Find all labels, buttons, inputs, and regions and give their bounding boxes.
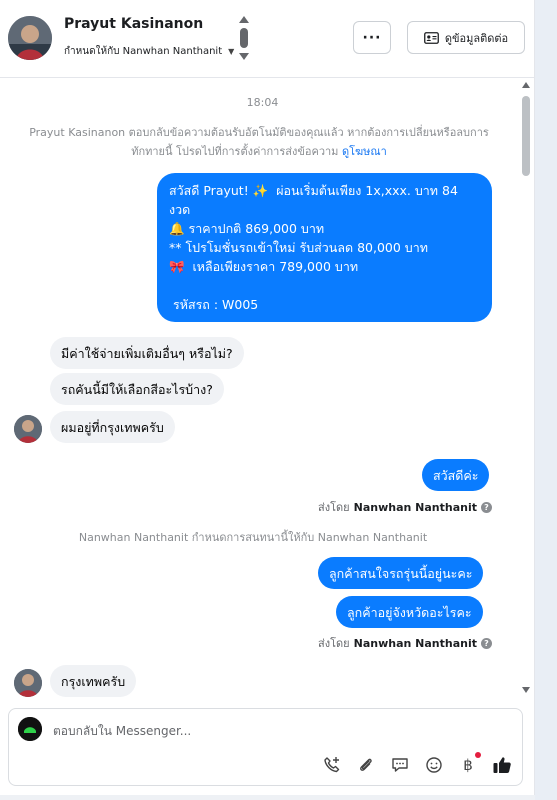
system-message: Prayut Kasinanon ตอบกลับข้อความต้อนรับอั… [14, 123, 504, 161]
assignee-dropdown[interactable]: กำหนดให้กับ Nanwhan Nanthanit ▼ [64, 44, 234, 59]
reply-composer: ฿ [8, 708, 523, 786]
system-message-text: Prayut Kasinanon ตอบกลับข้อความต้อนรับอั… [29, 126, 489, 158]
payment-icon[interactable]: ฿ [458, 752, 481, 775]
contact-card-icon [423, 31, 439, 44]
more-options-button[interactable]: ··· [353, 21, 391, 54]
scrollbar[interactable] [519, 79, 533, 700]
promo-message-bubble: สวัสดี Prayut! ✨ ผ่อนเริ่มต้นเพียง 1x,xx… [157, 173, 492, 322]
view-contact-button[interactable]: ดูข้อมูลติดต่อ [407, 21, 525, 54]
assignment-note: Nanwhan Nanthanit กำหนดการสนทนานี้ให้กับ… [78, 531, 428, 544]
view-ad-link[interactable]: ดูโฆษณา [342, 145, 387, 158]
help-icon[interactable]: ? [481, 637, 492, 649]
sent-by-prefix: ส่งโดย [318, 637, 350, 650]
sent-by-name: Nanwhan Nanthanit [353, 636, 477, 650]
baht-icon: ฿ [463, 756, 473, 774]
agent-message: ลูกค้าสนใจรถรุ่นนี้อยู่นะคะ [318, 557, 484, 589]
contact-name: Prayut Kasinanon [64, 16, 204, 32]
chevron-down-icon [239, 53, 249, 60]
timestamp: 18:04 [246, 96, 279, 109]
scroll-up-icon [522, 82, 530, 88]
assignee-label: กำหนดให้กับ Nanwhan Nanthanit [64, 46, 223, 57]
scroll-down-icon [522, 687, 530, 693]
sent-by-name: Nanwhan Nanthanit [353, 500, 477, 514]
view-contact-label: ดูข้อมูลติดต่อ [444, 31, 509, 45]
conversation-header: Prayut Kasinanon กำหนดให้กับ Nanwhan Nan… [0, 0, 535, 78]
help-icon[interactable]: ? [481, 501, 492, 513]
emoji-icon[interactable] [424, 755, 444, 775]
conversation-navigator[interactable] [238, 14, 250, 62]
call-icon[interactable] [322, 755, 342, 775]
chevron-up-icon [239, 16, 249, 23]
conversation-panel: Prayut Kasinanon กำหนดให้กับ Nanwhan Nan… [0, 0, 535, 795]
customer-message: มีค่าใช้จ่ายเพิ่มเติมอื่นๆ หรือไม่? [50, 337, 244, 369]
customer-message: กรุงเทพครับ [50, 665, 137, 697]
saved-reply-icon[interactable] [390, 755, 410, 775]
caret-down-icon: ▼ [228, 47, 235, 56]
notification-dot [475, 752, 481, 758]
thumbs-up-icon[interactable] [492, 755, 512, 775]
reply-input[interactable] [53, 721, 473, 741]
attachment-icon[interactable] [356, 755, 376, 775]
sent-by-label: ส่งโดย Nanwhan Nanthanit ? [318, 498, 492, 516]
message-thread[interactable]: 18:04 Prayut Kasinanon ตอบกลับข้อความต้อ… [0, 79, 535, 700]
page-logo [18, 717, 42, 741]
composer-toolbar: ฿ [322, 752, 512, 775]
sent-by-prefix: ส่งโดย [318, 501, 350, 514]
avatar [14, 415, 42, 443]
scroll-thumb [522, 96, 530, 176]
customer-message: ผมอยู่ที่กรุงเทพครับ [50, 411, 175, 443]
avatar[interactable] [8, 16, 52, 60]
customer-message: รถคันนี้มีให้เลือกสีอะไรบ้าง? [50, 373, 224, 405]
avatar [14, 669, 42, 697]
window-edge [535, 0, 557, 800]
agent-message: สวัสดีค่ะ [422, 459, 490, 491]
agent-message: ลูกค้าอยู่จังหวัดอะไรคะ [336, 596, 483, 628]
sent-by-label: ส่งโดย Nanwhan Nanthanit ? [318, 634, 492, 652]
